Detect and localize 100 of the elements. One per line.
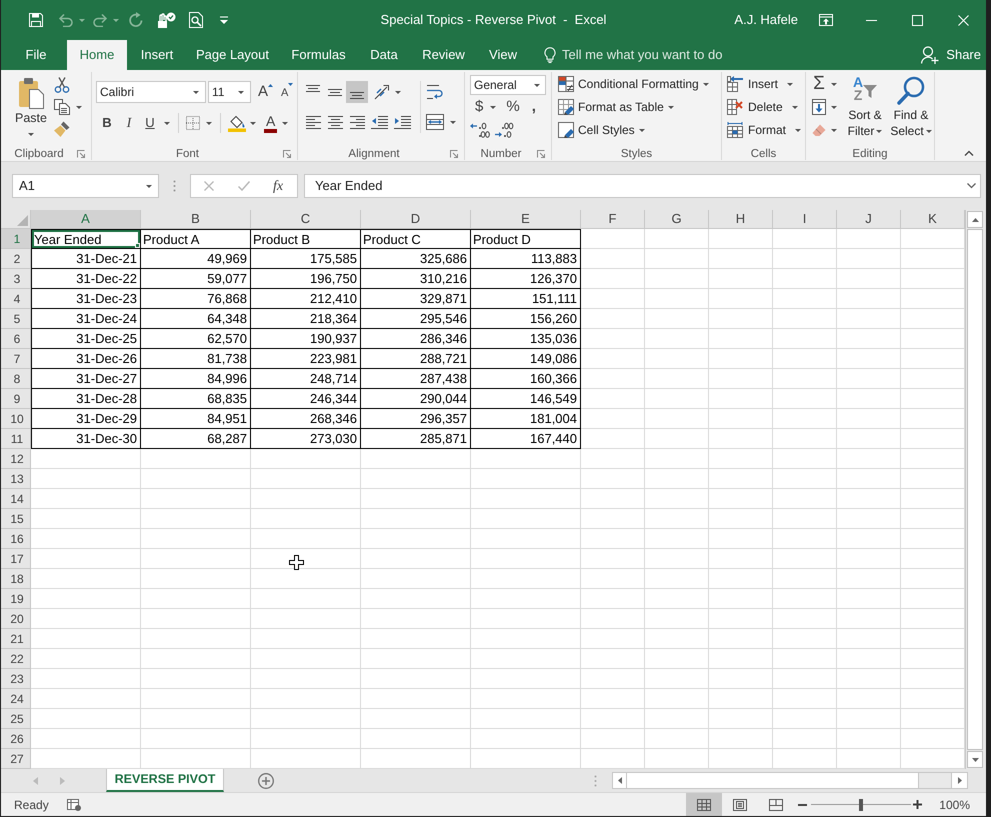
- ribbon-tab[interactable]: Review: [409, 40, 478, 70]
- tell-me-search-field[interactable]: Tell me what you want to do: [562, 45, 722, 65]
- row-number[interactable]: 4: [1, 289, 31, 309]
- align-bottom-button[interactable]: [346, 81, 368, 103]
- zoom-slider[interactable]: [811, 798, 912, 810]
- insert-function-button[interactable]: fx: [273, 176, 284, 196]
- ribbon-tab[interactable]: Insert: [127, 40, 187, 70]
- scissors-icon[interactable]: [54, 77, 70, 93]
- delete-button[interactable]: Delete: [727, 98, 805, 116]
- caret-icon[interactable]: [638, 128, 645, 132]
- format-button[interactable]: Format: [727, 121, 805, 139]
- caret-icon[interactable]: [876, 130, 882, 134]
- row-number[interactable]: 15: [1, 509, 31, 529]
- launcher-icon[interactable]: [450, 150, 458, 158]
- format-as-table-button[interactable]: Format as Table: [558, 98, 721, 116]
- caret-icon[interactable]: [831, 128, 837, 132]
- align-center-icon[interactable]: [328, 116, 342, 128]
- currency-button[interactable]: $: [475, 96, 484, 118]
- plus-icon[interactable]: [913, 800, 922, 809]
- minus-icon[interactable]: [798, 804, 808, 806]
- row-number[interactable]: 3: [1, 269, 31, 289]
- caret-icon[interactable]: [395, 90, 401, 94]
- font-color-button[interactable]: A: [264, 114, 278, 132]
- shrink-font-button[interactable]: A: [281, 82, 294, 102]
- row-number[interactable]: 1: [1, 229, 31, 249]
- scroll-down-button[interactable]: [967, 751, 983, 768]
- caret-icon[interactable]: [146, 184, 152, 188]
- cell-grid[interactable]: [31, 229, 581, 769]
- share-button[interactable]: Share: [921, 40, 981, 70]
- sheet-tab[interactable]: REVERSE PIVOT: [106, 769, 224, 792]
- caret-icon[interactable]: [76, 106, 82, 108]
- percent-button[interactable]: %: [506, 96, 520, 118]
- row-number[interactable]: 12: [1, 449, 31, 469]
- column-header[interactable]: H: [709, 210, 773, 229]
- normal-view-button[interactable]: [686, 793, 722, 816]
- column-header[interactable]: F: [581, 210, 645, 229]
- ribbon-tab[interactable]: Home: [67, 40, 127, 70]
- column-header[interactable]: G: [645, 210, 709, 229]
- grow-font-button[interactable]: A: [258, 83, 274, 101]
- row-number[interactable]: 18: [1, 569, 31, 589]
- caret-icon[interactable]: [238, 90, 244, 94]
- column-header[interactable]: D: [361, 210, 471, 229]
- row-number[interactable]: 5: [1, 309, 31, 329]
- row-number[interactable]: 22: [1, 649, 31, 669]
- row-number[interactable]: 19: [1, 589, 31, 609]
- caret-icon[interactable]: [450, 120, 456, 124]
- decrease-decimal-icon[interactable]: [494, 122, 514, 138]
- text-angle-icon[interactable]: [374, 84, 392, 100]
- close-icon[interactable]: [958, 14, 968, 26]
- row-number[interactable]: 11: [1, 429, 31, 449]
- caret-icon[interactable]: [164, 122, 170, 124]
- page-magnifier-icon[interactable]: [188, 11, 204, 29]
- conditional-formatting-button[interactable]: Conditional Formatting: [558, 75, 721, 93]
- scroll-thumb[interactable]: [967, 229, 983, 750]
- borders-icon[interactable]: [186, 116, 200, 130]
- plus-circle-icon[interactable]: [258, 772, 274, 788]
- row-number[interactable]: 23: [1, 669, 31, 689]
- fill-down-icon[interactable]: [812, 99, 826, 115]
- maximize-icon[interactable]: [912, 14, 922, 26]
- caret-icon[interactable]: [220, 16, 228, 24]
- launcher-icon[interactable]: [283, 150, 291, 158]
- ribbon-tab[interactable]: Formulas: [278, 40, 359, 70]
- number-format-dropdown[interactable]: General: [470, 75, 546, 95]
- scroll-left-button[interactable]: [613, 773, 627, 788]
- chevron-down-icon[interactable]: [967, 183, 976, 189]
- zoom-slider-thumb[interactable]: [859, 798, 864, 810]
- caret-icon[interactable]: [792, 106, 798, 108]
- caret-icon[interactable]: [831, 106, 837, 108]
- cell-styles-button[interactable]: Cell Styles: [558, 121, 721, 139]
- caret-icon[interactable]: [702, 82, 709, 86]
- wrap-text-icon[interactable]: [426, 84, 444, 100]
- vertical-scrollbar[interactable]: [965, 210, 984, 769]
- decrease-indent-icon[interactable]: [371, 116, 388, 128]
- sort-filter-button[interactable]: A Z Sort & Filter: [844, 73, 886, 148]
- horizontal-scrollbar[interactable]: [612, 772, 968, 789]
- ribbon-display-icon[interactable]: [819, 14, 833, 26]
- font-name-dropdown[interactable]: Calibri: [96, 81, 206, 103]
- caret-icon[interactable]: [534, 84, 540, 86]
- hand-check-icon[interactable]: [156, 12, 176, 28]
- caret-icon[interactable]: [193, 90, 199, 94]
- caret-icon[interactable]: [787, 82, 794, 86]
- column-header[interactable]: J: [837, 210, 901, 229]
- row-number[interactable]: 2: [1, 249, 31, 269]
- underline-button[interactable]: U: [140, 113, 160, 133]
- increase-indent-icon[interactable]: [394, 116, 411, 128]
- align-right-icon[interactable]: [350, 116, 364, 128]
- caret-icon[interactable]: [668, 106, 674, 108]
- increase-decimal-icon[interactable]: [470, 122, 490, 138]
- cell-grid[interactable]: [581, 229, 965, 769]
- caret-icon[interactable]: [282, 122, 288, 124]
- zoom-level[interactable]: 100%: [939, 796, 970, 814]
- save-icon[interactable]: [28, 12, 44, 28]
- column-header[interactable]: K: [901, 210, 965, 229]
- caret-icon[interactable]: [490, 106, 496, 108]
- scroll-right-button[interactable]: [951, 773, 967, 788]
- row-number[interactable]: 20: [1, 609, 31, 629]
- caret-icon[interactable]: [795, 128, 802, 132]
- row-number[interactable]: 6: [1, 329, 31, 349]
- column-header[interactable]: E: [471, 210, 581, 229]
- insert-button[interactable]: Insert: [727, 75, 805, 93]
